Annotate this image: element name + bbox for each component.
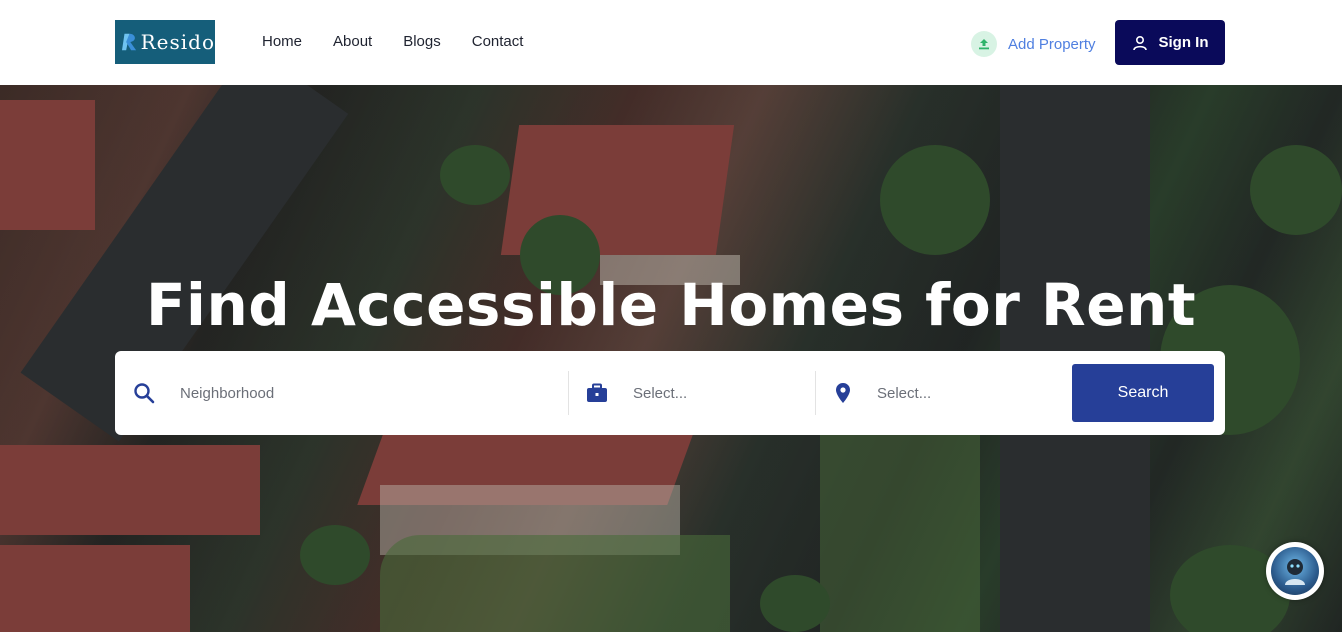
sign-in-label: Sign In	[1158, 34, 1209, 51]
logo-r-icon	[122, 33, 137, 51]
upload-icon	[971, 31, 997, 57]
lawn-right	[820, 435, 980, 632]
map-pin-icon	[836, 383, 850, 403]
roof-bottom-left	[0, 445, 260, 535]
add-property-link[interactable]: Add Property	[971, 31, 1096, 57]
nav-contact[interactable]: Contact	[472, 33, 524, 50]
hero-title: Find Accessible Homes for Rent	[145, 271, 1197, 339]
search-divider-1	[568, 371, 569, 415]
briefcase-icon	[587, 383, 607, 402]
property-type-placeholder: Select...	[633, 384, 688, 402]
sign-in-button[interactable]: Sign In	[1115, 20, 1225, 65]
brand-name: Resido	[140, 30, 215, 54]
tree-5	[440, 145, 510, 205]
nav-home[interactable]: Home	[262, 33, 302, 50]
search-icon	[134, 383, 155, 404]
tree-7	[760, 575, 830, 632]
nav-about[interactable]: About	[333, 33, 372, 50]
add-property-label: Add Property	[1008, 35, 1096, 53]
location-placeholder: Select...	[877, 384, 932, 402]
main-nav: Home About Blogs Contact	[262, 33, 554, 50]
nav-blogs[interactable]: Blogs	[403, 33, 441, 50]
user-icon	[1132, 35, 1147, 50]
site-header: Resido Home About Blogs Contact Add Prop…	[0, 0, 1342, 85]
tree-1	[880, 145, 990, 255]
tree-6	[300, 525, 370, 585]
hero-section: Find Accessible Homes for Rent Neighborh…	[0, 85, 1342, 632]
search-divider-2	[815, 371, 816, 415]
search-button[interactable]: Search	[1072, 364, 1214, 422]
chat-assistant-icon	[1271, 547, 1319, 595]
neighborhood-field[interactable]: Neighborhood	[133, 351, 563, 435]
property-type-select[interactable]: Select...	[586, 351, 806, 435]
chat-assistant-button[interactable]	[1266, 542, 1324, 600]
brand-logo[interactable]: Resido	[115, 20, 215, 64]
search-bar: Neighborhood Select... Select... Search	[115, 351, 1225, 435]
tree-8	[1250, 145, 1342, 235]
roof-bottom-left-lower	[0, 545, 190, 632]
lawn-bottom	[380, 535, 730, 632]
roof-left	[0, 100, 95, 230]
location-select[interactable]: Select...	[835, 351, 1055, 435]
neighborhood-placeholder: Neighborhood	[180, 384, 275, 402]
